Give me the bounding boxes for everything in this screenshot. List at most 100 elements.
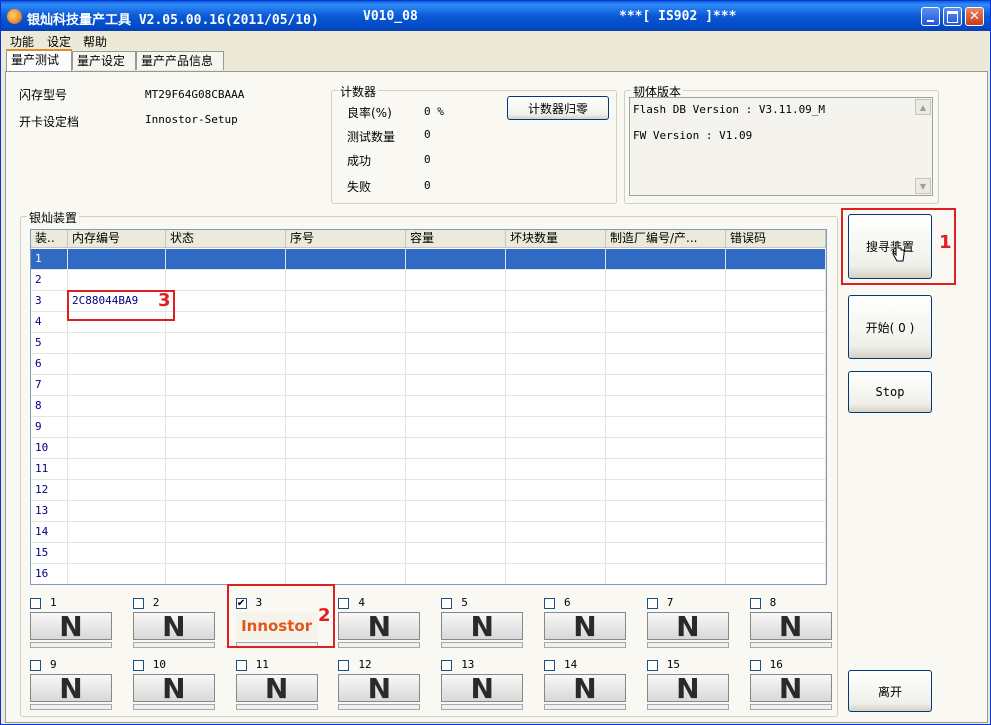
pass-value: 0: [424, 153, 431, 166]
slot-status-indicator: N: [338, 610, 421, 643]
row-memory-id: [68, 354, 166, 374]
slot-progress-bar: [441, 704, 524, 710]
start-button[interactable]: 开始( 0 ): [848, 295, 932, 359]
exit-button[interactable]: 离开: [848, 670, 932, 712]
tab-production-test[interactable]: 量产测试: [6, 49, 72, 71]
slot-checkbox[interactable]: [646, 660, 658, 671]
slot-checkbox[interactable]: [749, 598, 761, 609]
col-device[interactable]: 装..: [31, 230, 68, 247]
slot-checkbox[interactable]: [749, 660, 761, 671]
slot-checkbox[interactable]: [30, 660, 41, 671]
minimize-button[interactable]: [921, 7, 940, 26]
table-cell: [286, 270, 406, 290]
slot-checkbox[interactable]: [132, 598, 144, 609]
table-row[interactable]: 10: [31, 438, 826, 459]
table-row[interactable]: 6: [31, 354, 826, 375]
col-error-code[interactable]: 错误码: [726, 230, 826, 247]
table-row[interactable]: 14: [31, 522, 826, 543]
firmware-scrollbar[interactable]: ▲ ▼: [915, 99, 931, 194]
slot-progress-bar: [30, 704, 112, 710]
slot-checkbox[interactable]: [235, 660, 247, 671]
pass-label: 成功: [347, 154, 372, 168]
slot-progress-bar: [30, 642, 112, 648]
slot-status-indicator: N: [441, 672, 524, 705]
slot-checkbox[interactable]: [338, 660, 350, 671]
row-memory-id: [68, 480, 166, 500]
table-cell: [166, 564, 286, 584]
row-number: 10: [31, 438, 68, 458]
col-status[interactable]: 状态: [166, 230, 286, 247]
slot-number: 8: [769, 596, 777, 609]
table-cell: [166, 543, 286, 563]
reset-counter-button[interactable]: 计数器归零: [507, 96, 609, 120]
col-serial[interactable]: 序号: [286, 230, 406, 247]
menu-settings[interactable]: 设定: [47, 33, 71, 50]
tab-production-settings[interactable]: 量产设定: [72, 51, 136, 70]
table-cell: [506, 480, 606, 500]
row-memory-id: [68, 270, 166, 290]
slot-number: 10: [152, 658, 167, 671]
table-cell: [506, 543, 606, 563]
scroll-down-icon[interactable]: ▼: [915, 178, 931, 194]
table-cell: [606, 396, 726, 416]
table-row[interactable]: 2: [31, 270, 826, 291]
col-bad-blocks[interactable]: 坏块数量: [506, 230, 606, 247]
table-cell: [726, 501, 826, 521]
table-cell: [606, 291, 726, 311]
slot-progress-bar: [749, 642, 832, 648]
row-number: 13: [31, 501, 68, 521]
table-cell: [166, 522, 286, 542]
slot-checkbox[interactable]: [132, 660, 144, 671]
table-cell: [166, 501, 286, 521]
table-cell: [286, 375, 406, 395]
table-row[interactable]: 15: [31, 543, 826, 564]
table-row[interactable]: 16: [31, 564, 826, 584]
scroll-up-icon[interactable]: ▲: [915, 99, 931, 115]
slot-checkbox[interactable]: [338, 598, 350, 609]
table-cell: [286, 417, 406, 437]
slot-progress-bar: [441, 642, 524, 648]
slot-checkbox[interactable]: [544, 598, 555, 609]
table-row[interactable]: 12: [31, 480, 826, 501]
setup-file-value: Innostor-Setup: [145, 113, 238, 126]
window-model-tag: ***[ IS902 ]***: [619, 9, 737, 24]
slot-number: 11: [255, 658, 269, 671]
col-memory-id[interactable]: 内存编号: [68, 230, 166, 247]
table-cell: [406, 543, 506, 563]
table-row[interactable]: 9: [31, 417, 826, 438]
table-cell: [166, 396, 286, 416]
slot-number: 7: [666, 596, 674, 609]
device-list[interactable]: 装.. 内存编号 状态 序号 容量 坏块数量 制造厂编号/产... 错误码 12…: [30, 229, 827, 585]
menu-help[interactable]: 帮助: [83, 33, 107, 50]
slot-checkbox[interactable]: [544, 660, 555, 671]
table-row[interactable]: 11: [31, 459, 826, 480]
close-button[interactable]: ✕: [965, 7, 984, 26]
table-row[interactable]: 1: [31, 249, 826, 270]
table-cell: [506, 564, 606, 584]
maximize-button[interactable]: [943, 7, 962, 26]
slot-progress-bar: [338, 704, 421, 710]
menu-function[interactable]: 功能: [10, 33, 34, 50]
table-row[interactable]: 5: [31, 333, 826, 354]
tab-product-info[interactable]: 量产产品信息: [136, 51, 224, 70]
table-cell: [406, 564, 506, 584]
slot-checkbox[interactable]: [441, 598, 453, 609]
title-bar[interactable]: 银灿科技量产工具 V2.05.00.16(2011/05/10) V010_08…: [1, 1, 990, 31]
table-cell: [606, 354, 726, 374]
slot-status-indicator: N: [544, 610, 626, 643]
table-row[interactable]: 13: [31, 501, 826, 522]
firmware-text-box[interactable]: Flash DB Version : V3.11.09_M FW Version…: [629, 97, 933, 196]
col-capacity[interactable]: 容量: [406, 230, 506, 247]
table-cell: [606, 522, 726, 542]
table-row[interactable]: 8: [31, 396, 826, 417]
table-cell: [506, 291, 606, 311]
slot-status-indicator: N: [646, 672, 729, 705]
slot-checkbox[interactable]: [646, 598, 658, 609]
annotation-number-2: 2: [318, 605, 331, 626]
slot-checkbox[interactable]: [30, 598, 41, 609]
stop-button[interactable]: Stop: [848, 371, 932, 413]
table-row[interactable]: 7: [31, 375, 826, 396]
slot-checkbox[interactable]: [441, 660, 453, 671]
row-memory-id: [68, 501, 166, 521]
col-vendor-id[interactable]: 制造厂编号/产...: [606, 230, 726, 247]
